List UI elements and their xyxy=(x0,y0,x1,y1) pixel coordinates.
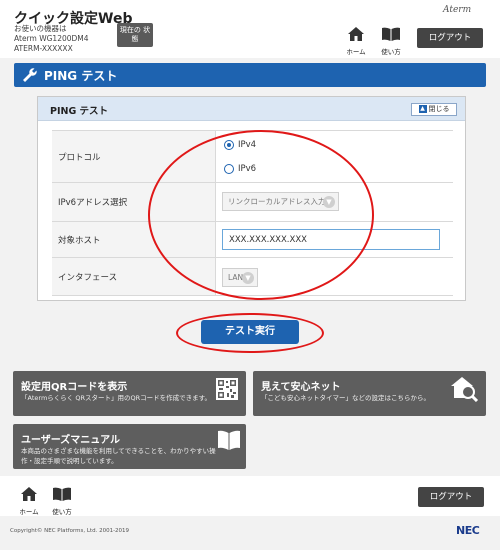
annotation-oval-button xyxy=(176,313,324,353)
manual-tile-title: ユーザーズマニュアル xyxy=(21,435,120,446)
header: クイック設定Web お使いの機器は Aterm WG1200DM4 ATERM-… xyxy=(0,0,500,58)
chevron-up-icon: ▲ xyxy=(418,105,427,113)
home-icon xyxy=(21,487,37,501)
qr-code-tile[interactable]: 設定用QRコードを表示 「Atermらくらく QRスタート」用のQRコードを作成… xyxy=(13,371,246,416)
qr-code-icon xyxy=(216,378,238,400)
page-title-bar: PING テスト xyxy=(14,63,486,87)
copyright-text: Copyright© NEC Platforms, Ltd. 2001-2019 xyxy=(10,528,130,534)
manual-desc-line2: 作・設定手順で説明しています。 xyxy=(21,457,118,465)
safety-tile-desc: 「こども安心ネットタイマー」などの設定はこちらから。 xyxy=(261,394,430,402)
safety-net-tile[interactable]: 見えて安心ネット 「こども安心ネットタイマー」などの設定はこちらから。 xyxy=(253,371,486,416)
footer: ホーム 使い方 ログアウト xyxy=(0,476,500,516)
house-search-icon xyxy=(451,377,479,402)
annotation-oval-settings xyxy=(148,130,374,300)
qr-tile-title: 設定用QRコードを表示 xyxy=(21,382,128,393)
home-label: ホーム xyxy=(346,48,366,56)
current-status-label: 現在の 状態 xyxy=(119,26,151,43)
footer-home-button[interactable]: ホーム xyxy=(18,486,40,516)
device-id: ATERM-XXXXXX xyxy=(14,44,73,53)
device-caption: お使いの機器は xyxy=(14,24,67,33)
footer-usage-label: 使い方 xyxy=(52,508,72,516)
collapse-label: 閉じる xyxy=(428,105,450,113)
manual-tile-desc: 本商品のさまざまな機能を利用してできることを、わかりやすい操 作・設定手順で説明… xyxy=(21,446,216,466)
brand-logo: Aterm xyxy=(443,5,472,15)
panel-title: PING テスト xyxy=(50,106,109,117)
manual-desc-line1: 本商品のさまざまな機能を利用してできることを、わかりやすい操 xyxy=(21,447,216,455)
book-icon xyxy=(382,27,400,41)
logout-button[interactable]: ログアウト xyxy=(417,28,483,48)
home-icon xyxy=(348,27,364,41)
current-status-button[interactable]: 現在の 状態 xyxy=(117,23,153,47)
footer-usage-button[interactable]: 使い方 xyxy=(49,486,75,516)
book-icon xyxy=(53,487,71,501)
device-info: お使いの機器は Aterm WG1200DM4 ATERM-XXXXXX xyxy=(14,24,89,54)
panel-header: PING テスト ▲ 閉じる xyxy=(38,97,465,121)
wrench-icon xyxy=(23,68,37,82)
page-title: PING テスト xyxy=(44,69,118,83)
usage-button[interactable]: 使い方 xyxy=(378,26,404,56)
device-model: Aterm WG1200DM4 xyxy=(14,34,89,43)
usage-label: 使い方 xyxy=(381,48,401,56)
footer-logout-button[interactable]: ログアウト xyxy=(418,487,484,507)
collapse-button[interactable]: ▲ 閉じる xyxy=(411,103,457,116)
nec-logo: NEC xyxy=(456,524,480,537)
home-button[interactable]: ホーム xyxy=(345,26,367,56)
qr-tile-desc: 「Atermらくらく QRスタート」用のQRコードを作成できます。 xyxy=(21,394,211,402)
safety-tile-title: 見えて安心ネット xyxy=(261,382,341,393)
footer-home-label: ホーム xyxy=(19,508,39,516)
user-manual-tile[interactable]: ユーザーズマニュアル 本商品のさまざまな機能を利用してできることを、わかりやすい… xyxy=(13,424,246,469)
book-icon xyxy=(218,430,240,450)
